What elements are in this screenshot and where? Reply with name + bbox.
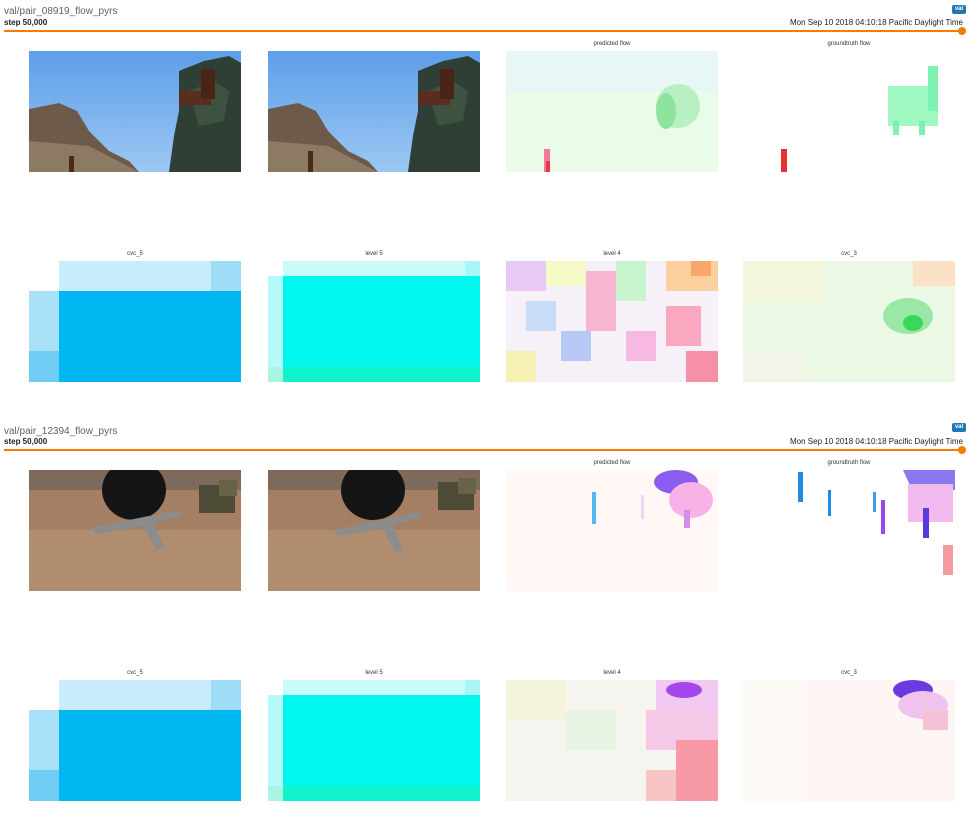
panel-label: cvc_5 xyxy=(127,251,143,257)
panel-label: level 5 xyxy=(365,251,383,257)
panel-label: cvc_3 xyxy=(841,251,857,257)
frame1-image xyxy=(29,470,241,591)
panel-label: groundtruth flow xyxy=(827,460,871,466)
panel-cvc3: cvc_3 xyxy=(743,670,955,801)
step-slider-knob[interactable] xyxy=(958,27,966,35)
panel-predicted-flow: predicted flow xyxy=(506,460,718,591)
step-slider[interactable] xyxy=(4,449,962,451)
frame1-image xyxy=(29,51,241,172)
predicted-flow-image xyxy=(506,51,718,172)
panel-cvc5: cvc_5 xyxy=(29,670,241,801)
panel-label: cvc_3 xyxy=(841,670,857,676)
panel-frame-1 xyxy=(29,51,241,172)
panel-level4: level 4 xyxy=(506,251,718,382)
frame2-image xyxy=(268,51,480,172)
cvc5-image xyxy=(29,680,241,801)
panel-frame-2 xyxy=(268,470,480,591)
panel-label: predicted flow xyxy=(593,41,631,47)
cvc5-image xyxy=(29,261,241,382)
panel-label: groundtruth flow xyxy=(827,41,871,47)
panel-groundtruth-flow: groundtruth flow xyxy=(743,460,955,591)
groundtruth-flow-image xyxy=(743,51,955,172)
run-badge[interactable]: val xyxy=(952,423,966,432)
cvc3-image xyxy=(743,680,955,801)
panel-label: level 4 xyxy=(603,251,621,257)
timestamp: Mon Sep 10 2018 04:10:18 Pacific Dayligh… xyxy=(790,18,963,27)
panel-cvc5: cvc_5 xyxy=(29,251,241,382)
panel-level5: level 5 xyxy=(268,670,480,801)
step-slider-knob[interactable] xyxy=(958,446,966,454)
panel-label: level 5 xyxy=(365,670,383,676)
panel-groundtruth-flow: groundtruth flow xyxy=(743,41,955,172)
card-title: val/pair_12394_flow_pyrs xyxy=(4,426,118,437)
panel-level5: level 5 xyxy=(268,251,480,382)
panel-cvc3: cvc_3 xyxy=(743,251,955,382)
panel-predicted-flow: predicted flow xyxy=(506,41,718,172)
groundtruth-flow-image xyxy=(743,470,955,591)
step-slider[interactable] xyxy=(4,30,962,32)
frame2-image xyxy=(268,470,480,591)
panel-label: level 4 xyxy=(603,670,621,676)
run-badge[interactable]: val xyxy=(952,5,966,14)
level4-image xyxy=(506,261,718,382)
timestamp: Mon Sep 10 2018 04:10:18 Pacific Dayligh… xyxy=(790,437,963,446)
level5-image xyxy=(268,680,480,801)
level5-image xyxy=(268,261,480,382)
panel-frame-1 xyxy=(29,470,241,591)
panel-level4: level 4 xyxy=(506,670,718,801)
panel-frame-2 xyxy=(268,51,480,172)
card-title: val/pair_08919_flow_pyrs xyxy=(4,6,118,17)
step-label: step 50,000 xyxy=(4,18,48,27)
predicted-flow-image xyxy=(506,470,718,591)
panel-label: predicted flow xyxy=(593,460,631,466)
cvc3-image xyxy=(743,261,955,382)
panel-label: cvc_5 xyxy=(127,670,143,676)
step-label: step 50,000 xyxy=(4,437,48,446)
level4-image xyxy=(506,680,718,801)
